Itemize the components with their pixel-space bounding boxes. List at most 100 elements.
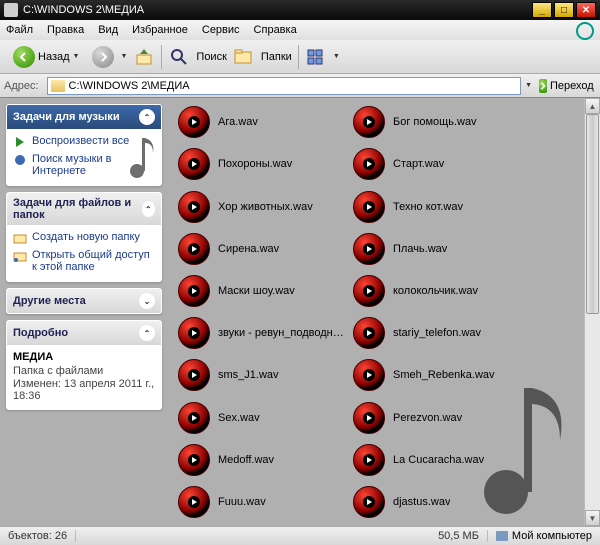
panel-title: Задачи для музыки xyxy=(13,111,120,123)
views-button[interactable] xyxy=(305,46,327,68)
address-input[interactable]: C:\WINDOWS 2\МЕДИА xyxy=(47,77,522,95)
share-icon xyxy=(13,249,27,263)
vertical-scrollbar[interactable]: ▲ ▼ xyxy=(584,98,600,526)
share-folder-task[interactable]: Открыть общий доступ к этой папке xyxy=(13,249,155,273)
file-item[interactable]: Fuuu.wav xyxy=(178,486,353,518)
file-item[interactable]: Sex.wav xyxy=(178,401,353,433)
back-label: Назад xyxy=(38,51,70,63)
media-file-icon xyxy=(178,317,210,349)
file-label: Бог помощь.wav xyxy=(393,116,477,128)
window-title: C:\WINDOWS 2\МЕДИА xyxy=(23,4,532,16)
media-file-icon xyxy=(353,148,385,180)
file-label: Старт.wav xyxy=(393,158,444,170)
folder-icon xyxy=(51,80,65,92)
minimize-button[interactable]: _ xyxy=(532,2,552,18)
menu-edit[interactable]: Правка xyxy=(47,24,84,36)
file-label: Хор животных.wav xyxy=(218,201,313,213)
file-label: Smeh_Rebenka.wav xyxy=(393,369,495,381)
file-item[interactable]: Perezvon.wav xyxy=(353,401,528,433)
status-location: Мой компьютер xyxy=(488,530,600,542)
media-file-icon xyxy=(353,402,385,434)
file-item[interactable]: звуки - ревун_подводной_лод... xyxy=(178,317,353,349)
dropdown-icon[interactable]: ▼ xyxy=(333,53,340,60)
file-item[interactable]: Плачь.wav xyxy=(353,233,528,265)
scroll-down-button[interactable]: ▼ xyxy=(585,510,600,526)
address-label: Адрес: xyxy=(4,80,39,92)
globe-icon xyxy=(13,153,27,167)
collapse-icon[interactable]: ⌃ xyxy=(139,109,155,125)
brand-logo-icon xyxy=(576,22,594,40)
file-label: Похороны.wav xyxy=(218,158,292,170)
file-item[interactable]: Хор животных.wav xyxy=(178,190,353,222)
file-item[interactable]: Бог помощь.wav xyxy=(353,106,528,138)
forward-button[interactable] xyxy=(92,46,114,68)
menu-bar: Файл Правка Вид Избранное Сервис Справка xyxy=(0,20,600,40)
menu-file[interactable]: Файл xyxy=(6,24,33,36)
collapse-icon[interactable]: ⌃ xyxy=(139,325,155,341)
media-file-icon xyxy=(178,402,210,434)
back-button[interactable]: Назад ▼ xyxy=(6,43,86,71)
file-item[interactable]: Сирена.wav xyxy=(178,233,353,265)
task-label: Открыть общий доступ к этой папке xyxy=(32,249,155,273)
sidebar: Задачи для музыки ⌃ Воспроизвести все По… xyxy=(0,98,168,526)
panel-header[interactable]: Другие места ⌄ xyxy=(7,289,161,313)
music-note-icon xyxy=(129,133,162,179)
media-file-icon xyxy=(353,317,385,349)
file-item[interactable]: Похороны.wav xyxy=(178,148,353,180)
scroll-thumb[interactable] xyxy=(586,114,599,314)
file-item[interactable]: La Cucaracha.wav xyxy=(353,444,528,476)
panel-title: Подробно xyxy=(13,327,68,339)
file-item[interactable]: колокольчик.wav xyxy=(353,275,528,307)
collapse-icon[interactable]: ⌃ xyxy=(142,201,155,217)
expand-icon[interactable]: ⌄ xyxy=(139,293,155,309)
media-file-icon xyxy=(178,444,210,476)
search-label[interactable]: Поиск xyxy=(196,51,226,63)
maximize-button[interactable]: □ xyxy=(554,2,574,18)
panel-header[interactable]: Задачи для музыки ⌃ xyxy=(7,105,161,129)
media-file-icon xyxy=(178,148,210,180)
file-label: Ага.wav xyxy=(218,116,258,128)
file-item[interactable]: Маски шоу.wav xyxy=(178,275,353,307)
file-item[interactable]: Техно кот.wav xyxy=(353,190,528,222)
file-label: Perezvon.wav xyxy=(393,412,462,424)
menu-tools[interactable]: Сервис xyxy=(202,24,240,36)
close-button[interactable]: ✕ xyxy=(576,2,596,18)
media-file-icon xyxy=(353,106,385,138)
folders-button[interactable] xyxy=(233,46,255,68)
media-file-icon xyxy=(353,486,385,518)
menu-view[interactable]: Вид xyxy=(98,24,118,36)
file-item[interactable]: sms_J1.wav xyxy=(178,359,353,391)
dropdown-icon: ▼ xyxy=(73,53,80,60)
menu-help[interactable]: Справка xyxy=(254,24,297,36)
go-label: Переход xyxy=(550,80,594,92)
file-item[interactable]: stariy_telefon.wav xyxy=(353,317,528,349)
dropdown-icon[interactable]: ▼ xyxy=(120,53,127,60)
panel-header[interactable]: Задачи для файлов и папок ⌃ xyxy=(7,193,161,225)
folders-label[interactable]: Папки xyxy=(261,51,292,63)
scroll-up-button[interactable]: ▲ xyxy=(585,98,600,114)
file-label: Техно кот.wav xyxy=(393,201,463,213)
panel-title: Задачи для файлов и папок xyxy=(13,197,142,221)
file-item[interactable]: Smeh_Rebenka.wav xyxy=(353,359,528,391)
search-button[interactable] xyxy=(168,46,190,68)
file-label: djastus.wav xyxy=(393,496,450,508)
new-folder-task[interactable]: Создать новую папку xyxy=(13,231,155,245)
status-bar: бъектов: 26 50,5 МБ Мой компьютер xyxy=(0,526,600,545)
up-button[interactable] xyxy=(133,46,155,68)
menu-favorites[interactable]: Избранное xyxy=(132,24,188,36)
file-item[interactable]: Ага.wav xyxy=(178,106,353,138)
file-label: Fuuu.wav xyxy=(218,496,266,508)
music-tasks-panel: Задачи для музыки ⌃ Воспроизвести все По… xyxy=(6,104,162,186)
file-label: звуки - ревун_подводной_лод... xyxy=(218,327,348,339)
media-file-icon xyxy=(178,233,210,265)
title-bar: C:\WINDOWS 2\МЕДИА _ □ ✕ xyxy=(0,0,600,20)
computer-icon xyxy=(496,531,508,541)
file-label: Маски шоу.wav xyxy=(218,285,295,297)
go-button[interactable]: Переход xyxy=(536,77,596,95)
file-item[interactable]: Medoff.wav xyxy=(178,444,353,476)
file-item[interactable]: djastus.wav xyxy=(353,486,528,518)
dropdown-icon[interactable]: ▼ xyxy=(525,82,532,89)
media-file-icon xyxy=(353,444,385,476)
panel-header[interactable]: Подробно ⌃ xyxy=(7,321,161,345)
file-item[interactable]: Старт.wav xyxy=(353,148,528,180)
